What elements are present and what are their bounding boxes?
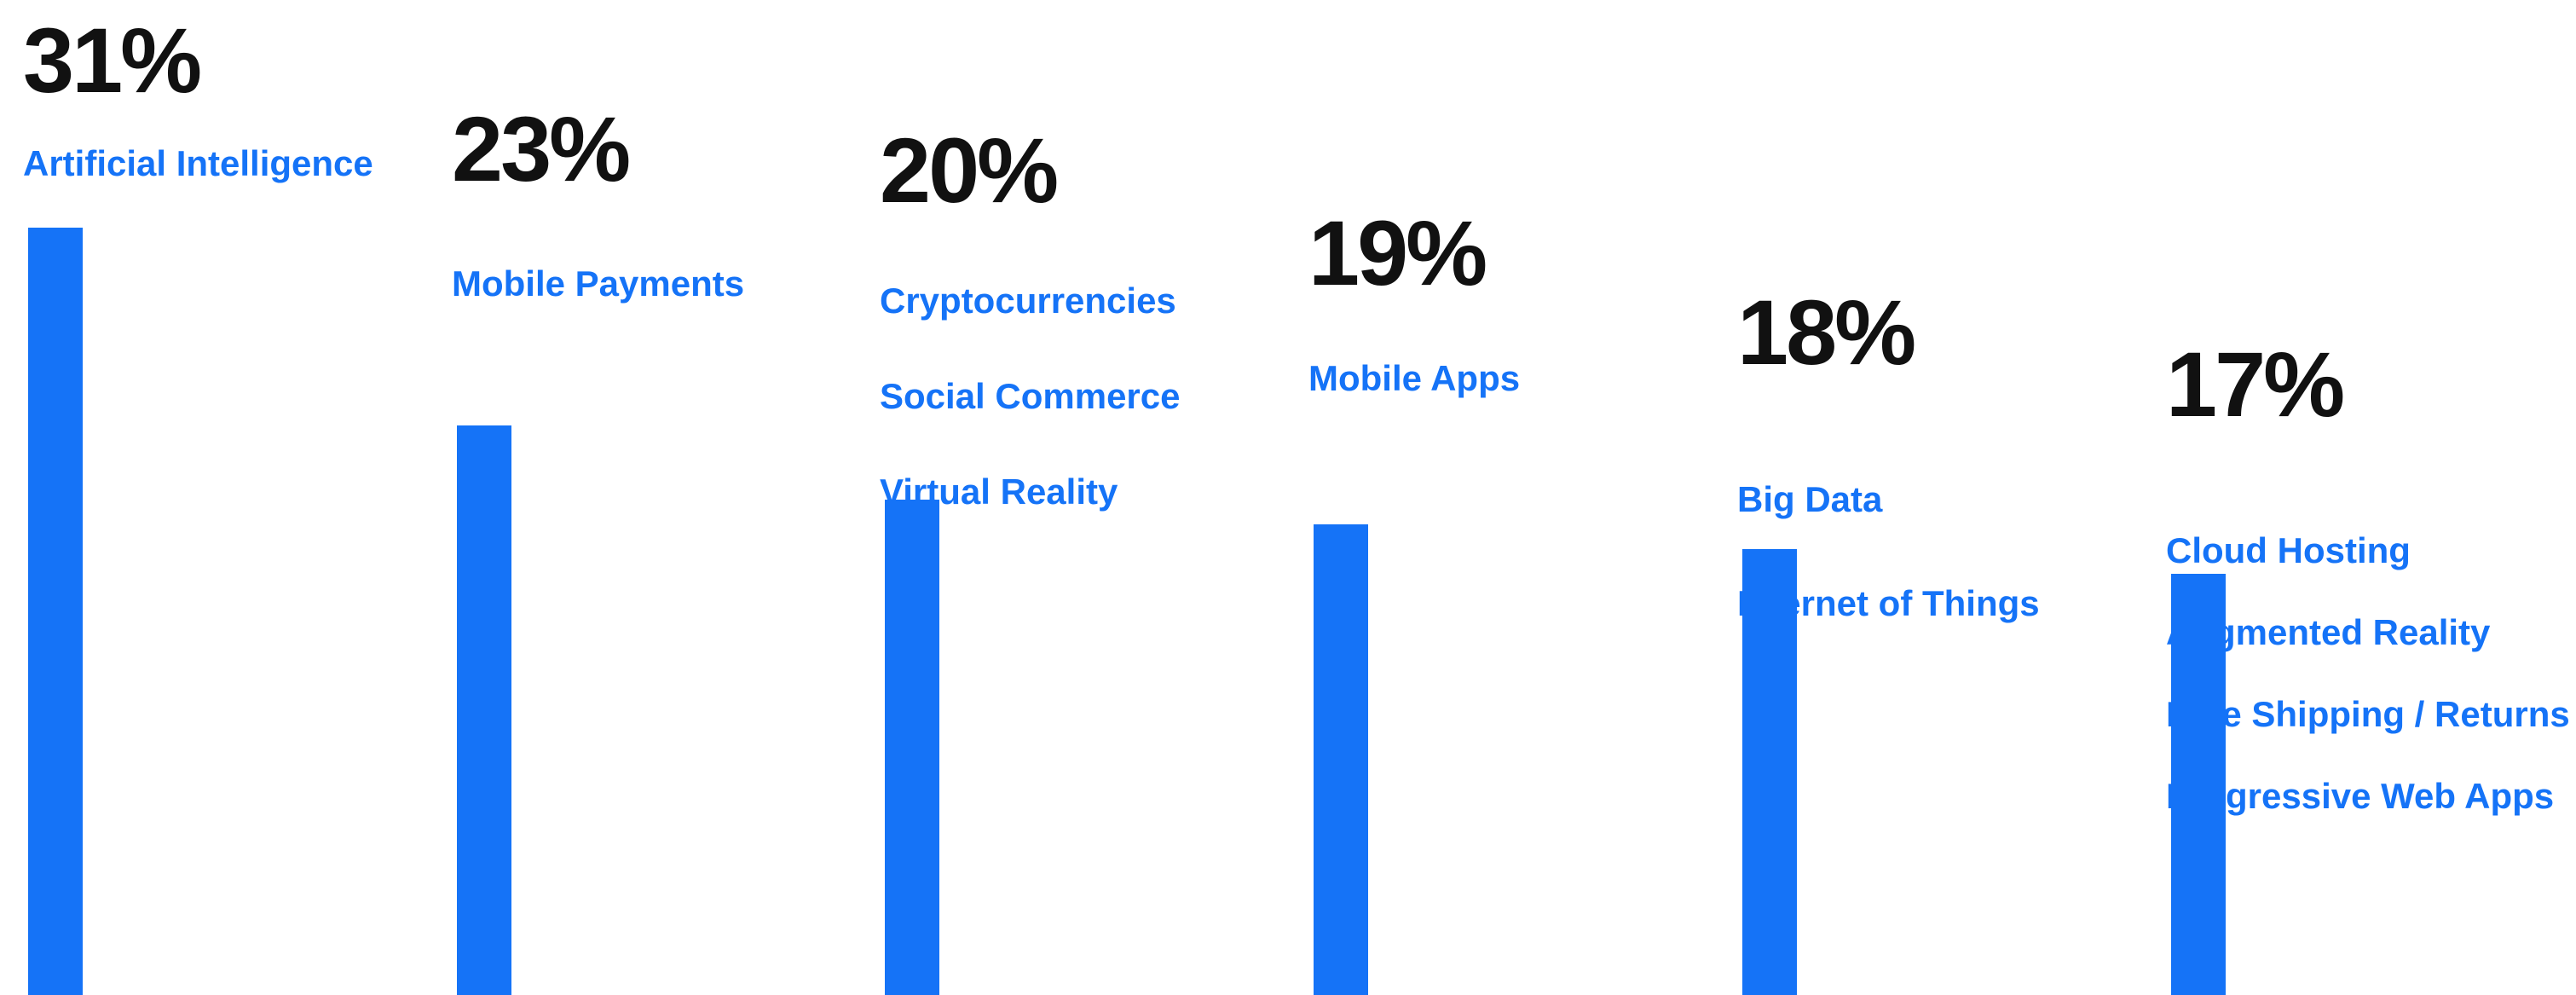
category-label: Social Commerce xyxy=(880,376,1181,416)
chart-column: 19% Mobile Apps xyxy=(1308,0,1709,995)
category-label: Cryptocurrencies xyxy=(880,281,1176,321)
category-label: Big Data xyxy=(1737,479,1883,519)
bar xyxy=(1742,549,1797,995)
chart-column: 17% Cloud Hosting Augmented Reality Free Sh… xyxy=(2166,0,2570,995)
chart-column: 31% Artificial Intelligence xyxy=(23,0,424,995)
chart-column: 23% Mobile Payments xyxy=(452,0,852,995)
chart-column: 18% Big Data Internet of Things xyxy=(1737,0,2138,995)
bar xyxy=(28,228,83,995)
value-label: 31% xyxy=(23,9,202,112)
value-label: 18% xyxy=(1737,281,1916,384)
value-label: 20% xyxy=(880,119,1059,222)
bar xyxy=(457,425,511,995)
value-label: 23% xyxy=(452,97,631,200)
bar xyxy=(1314,524,1368,995)
chart-column: 20% Cryptocurrencies Social Commerce Virtua… xyxy=(880,0,1280,995)
bar-chart: 31% Artificial Intelligence 23% Mobile Paym… xyxy=(0,0,2576,995)
bar xyxy=(885,500,939,995)
category-label: Mobile Apps xyxy=(1308,358,1521,398)
category-label: Mobile Payments xyxy=(452,263,745,304)
value-label: 17% xyxy=(2166,333,2345,436)
bar xyxy=(2171,574,2226,995)
category-label: Free Shipping / Returns xyxy=(2166,694,2570,734)
value-label: 19% xyxy=(1308,201,1487,304)
category-label: Artificial Intelligence xyxy=(23,143,373,183)
category-label: Cloud Hosting xyxy=(2166,530,2411,570)
